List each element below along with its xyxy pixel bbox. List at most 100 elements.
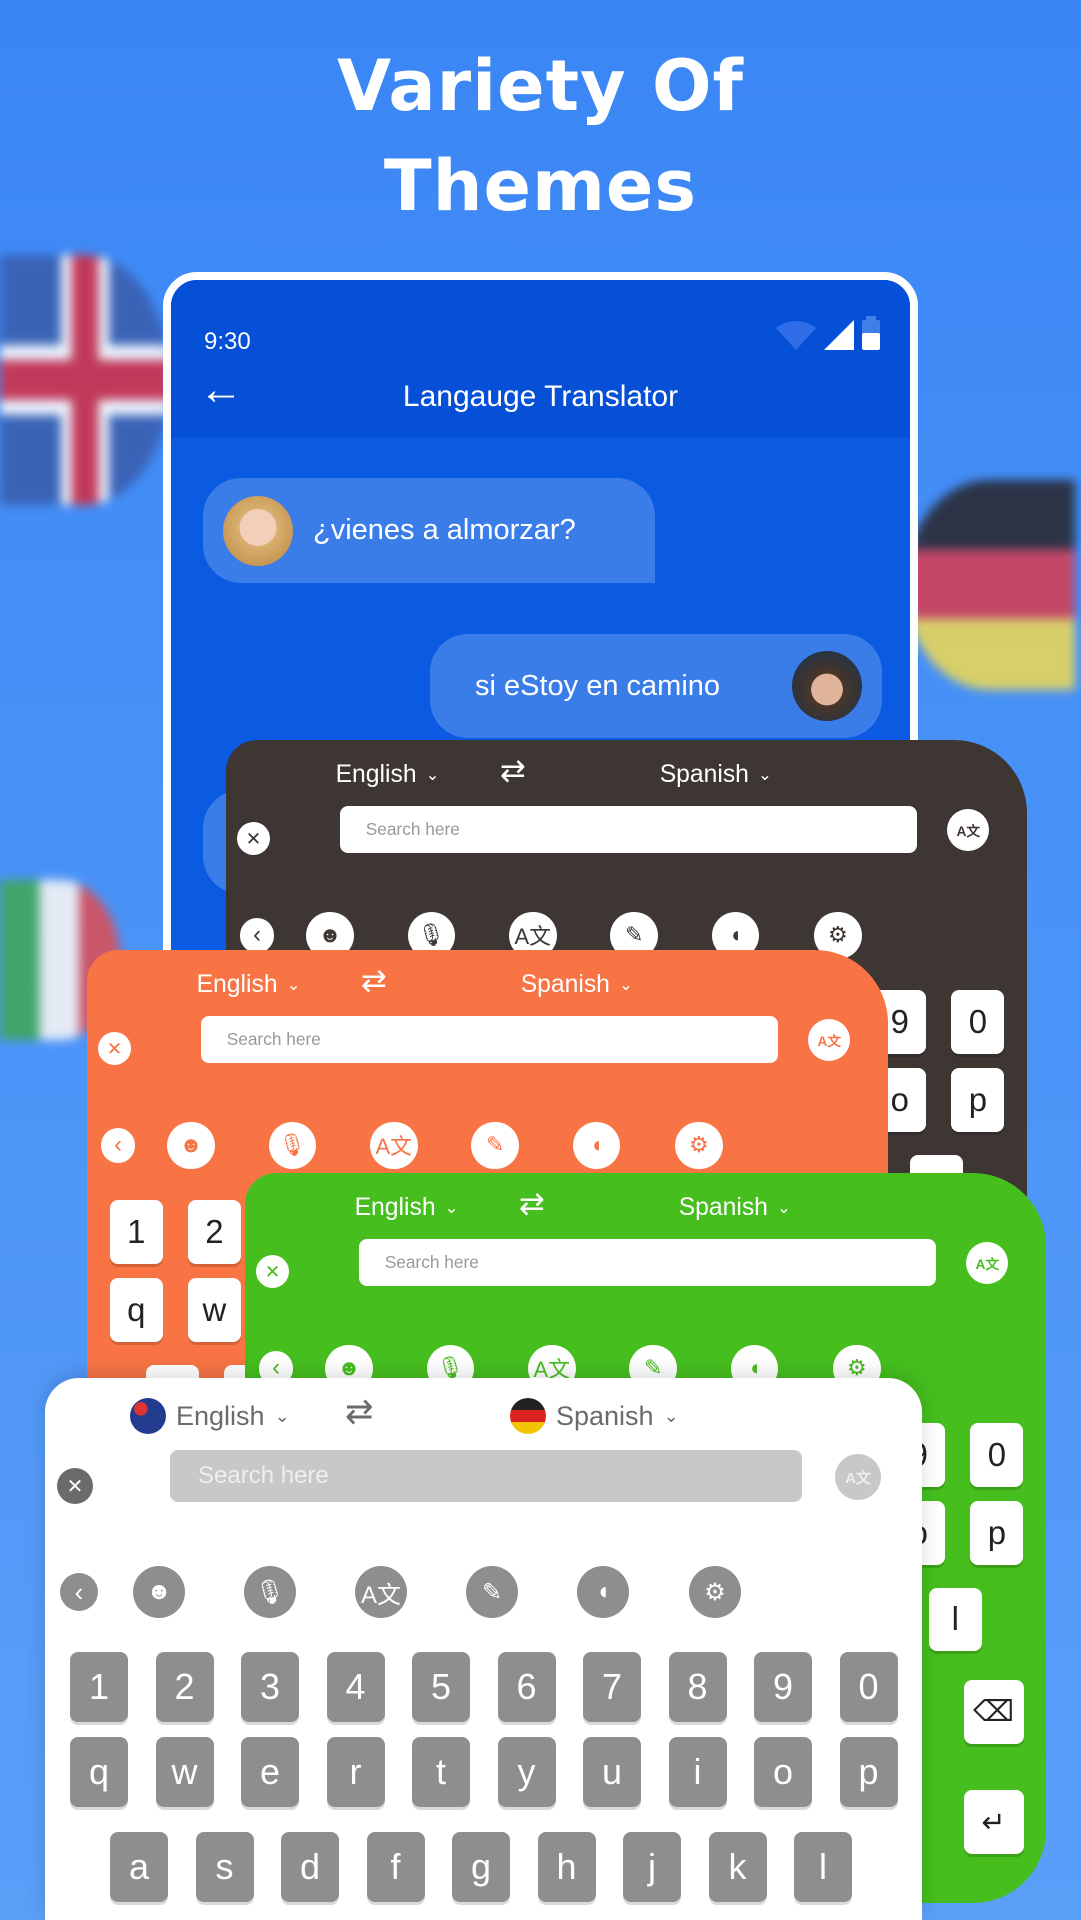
chevron-down-icon: ⌄ (286, 975, 301, 994)
key-o[interactable]: o (754, 1737, 812, 1807)
key-h[interactable]: h (537, 1832, 596, 1902)
theme-palette-icon[interactable]: ✎ (466, 1566, 518, 1618)
chevron-down-icon: ⌄ (777, 1198, 791, 1217)
back-icon[interactable]: ‹ (239, 918, 275, 953)
avatar-woman (223, 495, 293, 566)
chevron-down-icon: ⌄ (619, 975, 633, 994)
key-w[interactable]: w (187, 1277, 241, 1342)
key-u[interactable]: u (583, 1737, 641, 1807)
key-2[interactable]: 2 (155, 1652, 214, 1722)
source-language-selector[interactable]: English ⌄ (130, 1396, 290, 1436)
translate-icon[interactable]: A文 (808, 1019, 851, 1062)
key-t[interactable]: t (412, 1737, 470, 1807)
australia-flag-icon (130, 1398, 166, 1434)
source-language-selector[interactable]: English ⌄ (197, 966, 301, 1003)
target-language-selector[interactable]: Spanish ⌄ (660, 756, 772, 793)
close-icon[interactable]: ✕ (256, 1255, 289, 1289)
key-5[interactable]: 5 (412, 1652, 470, 1722)
chevron-down-icon: ⌄ (444, 1198, 459, 1217)
source-language-label: English (354, 1193, 436, 1221)
key-4[interactable]: 4 (326, 1652, 385, 1722)
key-7[interactable]: 7 (583, 1652, 641, 1722)
key-3[interactable]: 3 (241, 1652, 299, 1722)
speak-icon[interactable]: ◖ (577, 1566, 629, 1618)
target-language-label: Spanish (678, 1193, 768, 1221)
source-language-selector[interactable]: English ⌄ (336, 756, 440, 793)
key-a[interactable]: a (110, 1832, 168, 1902)
key-q[interactable]: q (109, 1277, 163, 1342)
key-p[interactable]: p (839, 1737, 898, 1807)
close-icon[interactable]: ✕ (98, 1032, 131, 1066)
key-f[interactable]: f (366, 1832, 425, 1902)
key-r[interactable]: r (326, 1737, 385, 1807)
key-w[interactable]: w (155, 1737, 214, 1807)
search-input[interactable]: Search here (340, 805, 918, 854)
key-p[interactable]: p (970, 1500, 1024, 1565)
key-d[interactable]: d (281, 1832, 339, 1902)
source-language-selector[interactable]: English ⌄ (355, 1189, 459, 1226)
key-l[interactable]: l (794, 1832, 852, 1902)
back-icon[interactable]: ‹ (100, 1128, 136, 1163)
search-input[interactable]: Search here (201, 1015, 779, 1064)
chevron-down-icon: ⌄ (663, 1405, 679, 1426)
translate-icon[interactable]: A文 (355, 1566, 407, 1618)
backspace-key[interactable]: ⌫ (963, 1679, 1024, 1744)
close-icon[interactable]: ✕ (237, 822, 270, 856)
status-icons (776, 316, 880, 350)
source-language-label: English (335, 760, 417, 788)
swap-languages-icon[interactable]: ⇄ (361, 963, 387, 999)
key-j[interactable]: j (623, 1832, 681, 1902)
key-0[interactable]: 0 (839, 1652, 898, 1722)
target-language-label: Spanish (659, 760, 749, 788)
key-p[interactable]: p (951, 1067, 1005, 1132)
settings-icon[interactable]: ⚙ (675, 1121, 723, 1170)
key-1[interactable]: 1 (109, 1200, 163, 1265)
chevron-down-icon: ⌄ (425, 765, 440, 784)
swap-languages-icon[interactable]: ⇄ (345, 1392, 374, 1432)
key-8[interactable]: 8 (668, 1652, 727, 1722)
enter-key[interactable]: ↵ (963, 1790, 1024, 1855)
target-language-selector[interactable]: Spanish ⌄ (521, 966, 633, 1003)
germany-flag-icon (510, 1398, 546, 1434)
key-6[interactable]: 6 (497, 1652, 556, 1722)
key-s[interactable]: s (195, 1832, 254, 1902)
translate-icon[interactable]: A文 (947, 809, 990, 852)
voice-translate-icon[interactable]: 🎙 (268, 1121, 317, 1170)
key-e[interactable]: e (241, 1737, 299, 1807)
key-1[interactable]: 1 (70, 1652, 128, 1722)
key-l[interactable]: l (928, 1587, 982, 1652)
app-header (171, 280, 910, 438)
swap-languages-icon[interactable]: ⇄ (500, 753, 526, 789)
key-9[interactable]: 9 (754, 1652, 812, 1722)
key-g[interactable]: g (452, 1832, 510, 1902)
swap-languages-icon[interactable]: ⇄ (519, 1186, 545, 1222)
avatar-man (792, 651, 862, 721)
translate-icon[interactable]: A文 (966, 1242, 1009, 1285)
back-icon[interactable]: ‹ (60, 1573, 98, 1611)
key-q[interactable]: q (70, 1737, 128, 1807)
key-i[interactable]: i (668, 1737, 727, 1807)
voice-translate-icon[interactable]: 🎙 (244, 1566, 296, 1618)
key-k[interactable]: k (708, 1832, 767, 1902)
settings-icon[interactable]: ⚙ (689, 1566, 741, 1618)
search-input[interactable]: Search here (170, 1450, 802, 1502)
key-0[interactable]: 0 (970, 1423, 1024, 1488)
close-icon[interactable]: ✕ (57, 1468, 93, 1504)
key-0[interactable]: 0 (951, 990, 1005, 1055)
signal-icon (824, 320, 854, 350)
key-2[interactable]: 2 (187, 1200, 241, 1265)
status-time: 9:30 (204, 328, 251, 355)
theme-palette-icon[interactable]: ✎ (471, 1121, 519, 1170)
hero-title-line1: Variety Of (337, 45, 744, 127)
speak-icon[interactable]: ◖ (572, 1121, 621, 1170)
emoji-icon[interactable]: ☻ (167, 1121, 215, 1170)
key-y[interactable]: y (497, 1737, 556, 1807)
translate-icon[interactable]: A文 (835, 1454, 881, 1500)
target-language-label: Spanish (520, 970, 610, 998)
target-language-selector[interactable]: Spanish ⌄ (679, 1189, 791, 1226)
germany-flag-decoration (905, 480, 1075, 690)
translate-icon[interactable]: A文 (370, 1121, 418, 1170)
search-input[interactable]: Search here (359, 1238, 937, 1287)
target-language-selector[interactable]: Spanish ⌄ (510, 1396, 679, 1436)
emoji-icon[interactable]: ☻ (133, 1566, 185, 1618)
